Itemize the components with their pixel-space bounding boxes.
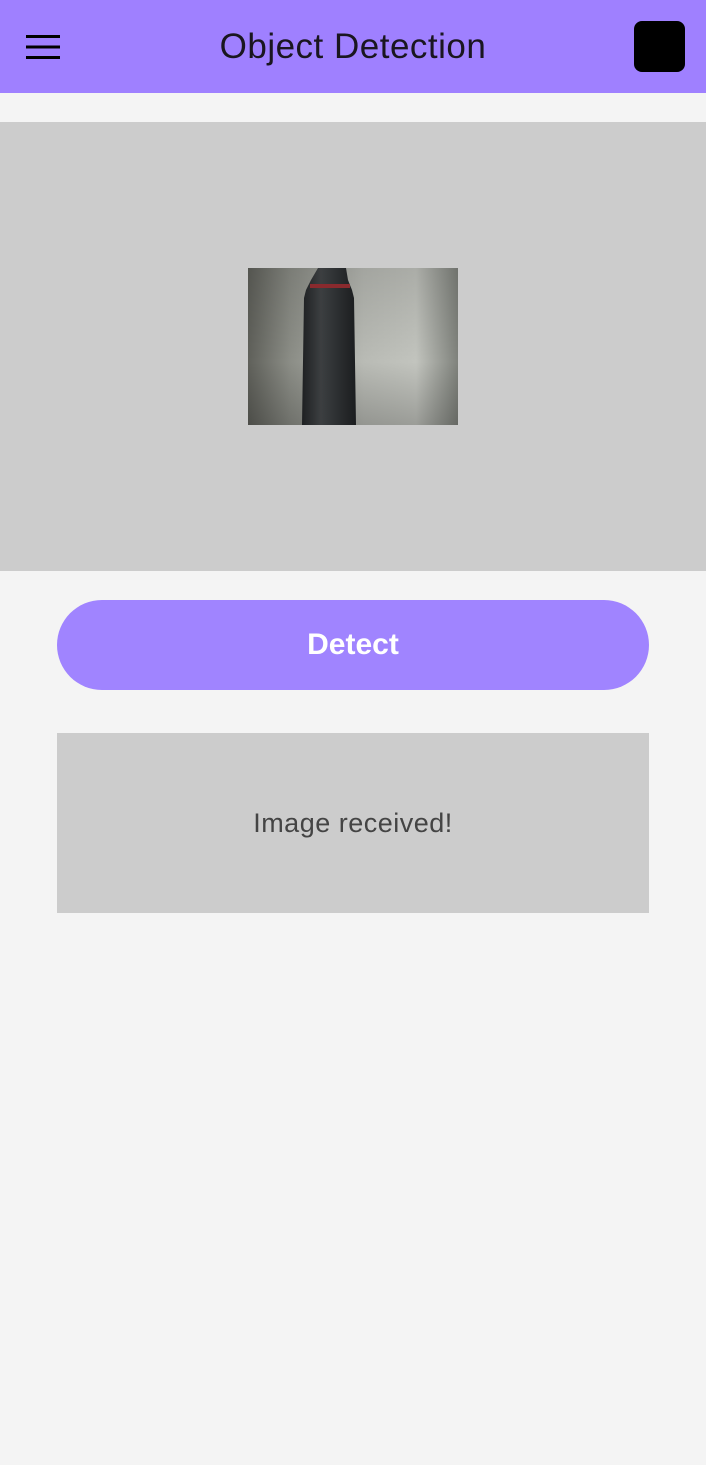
captured-image	[248, 268, 458, 425]
black-square-icon[interactable]	[634, 21, 685, 72]
result-panel: Image received!	[57, 733, 649, 913]
detect-button[interactable]: Detect	[57, 600, 649, 690]
hamburger-menu-icon	[26, 35, 60, 59]
app-screen: Object Detection Detect Image received!	[0, 0, 706, 1465]
result-message: Image received!	[253, 807, 453, 838]
top-app-bar: Object Detection	[0, 0, 706, 93]
menu-button[interactable]	[21, 25, 65, 69]
image-preview-panel	[0, 122, 706, 571]
page-title: Object Detection	[219, 27, 487, 66]
